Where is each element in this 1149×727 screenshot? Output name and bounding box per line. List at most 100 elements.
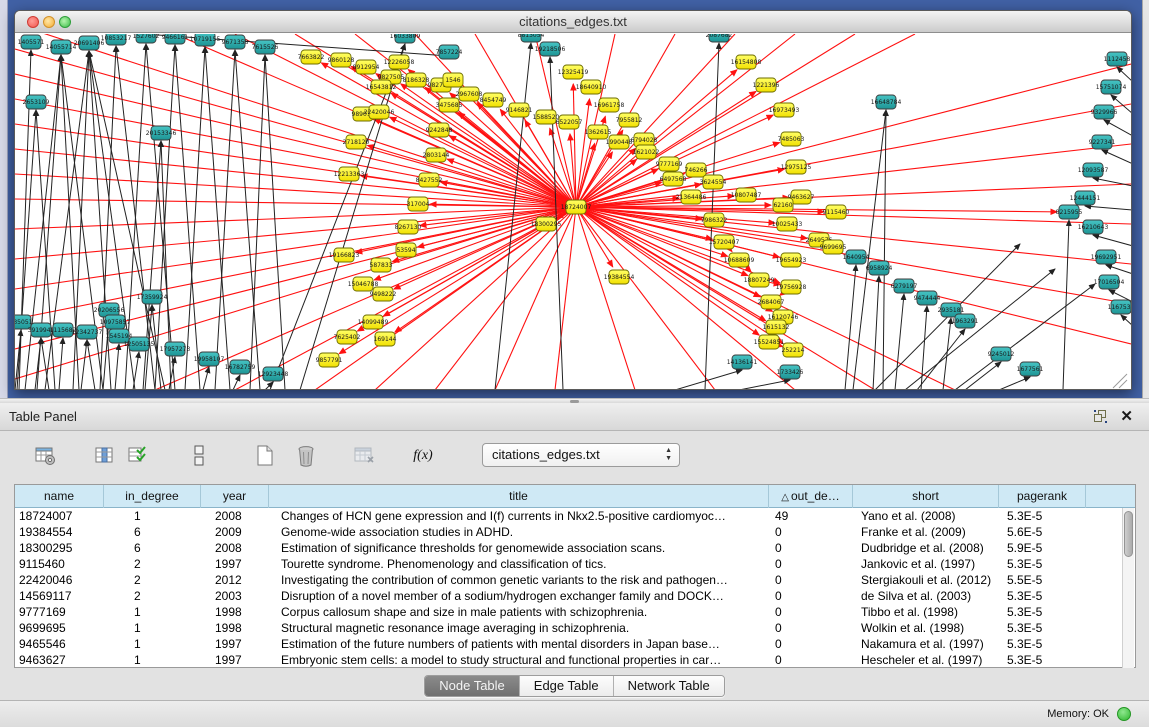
table-cell[interactable]: 22420046 — [15, 572, 104, 588]
select-rows-button[interactable] — [123, 441, 153, 471]
table-selector-dropdown[interactable]: citations_edges.txt ▲▼ — [482, 443, 680, 467]
column-visibility-button[interactable] — [184, 441, 214, 471]
graph-edge[interactable] — [883, 110, 886, 390]
table-row[interactable]: 1938455462009Genome-wide association stu… — [15, 524, 1135, 540]
table-cell[interactable]: 2009 — [201, 524, 269, 540]
memory-status-indicator[interactable] — [1117, 707, 1131, 721]
table-cell[interactable]: 0 — [769, 556, 853, 572]
graph-node[interactable]: 2653109 — [23, 95, 50, 109]
graph-edge[interactable] — [965, 362, 1001, 390]
table-row[interactable]: 946554611997Estimation of the future num… — [15, 636, 1135, 652]
graph-node[interactable]: 9474444 — [914, 291, 941, 305]
graph-node[interactable]: 10688609 — [724, 253, 755, 267]
table-row[interactable]: 1872400712008Changes of HCN gene express… — [15, 508, 1135, 524]
table-cell[interactable]: Jankovic et al. (1997) — [853, 556, 999, 572]
table-cell[interactable]: 5.3E-5 — [999, 556, 1086, 572]
graph-node[interactable]: 7986322 — [701, 213, 728, 227]
table-row[interactable]: 946362711997Embryonic stem cells: a mode… — [15, 652, 1135, 668]
graph-node[interactable]: 12975125 — [781, 160, 812, 174]
table-cell[interactable]: 18724007 — [15, 508, 104, 524]
table-cell[interactable]: Estimation of significance thresholds fo… — [269, 540, 769, 556]
graph-edge[interactable] — [917, 329, 965, 390]
float-panel-icon[interactable] — [1094, 410, 1107, 423]
graph-node[interactable]: 3475685 — [436, 98, 463, 112]
graph-edge[interactable] — [1121, 315, 1131, 326]
graph-edge[interactable] — [873, 276, 879, 390]
graph-node[interactable]: 15524851 — [754, 335, 785, 349]
tab-network-table[interactable]: Network Table — [614, 676, 724, 696]
table-cell[interactable]: Tibbo et al. (1998) — [853, 604, 999, 620]
table-cell[interactable]: 5.6E-5 — [999, 524, 1086, 540]
network-window-titlebar[interactable]: citations_edges.txt — [15, 11, 1131, 33]
graph-edge[interactable] — [203, 367, 209, 390]
table-cell[interactable]: 5.3E-5 — [999, 588, 1086, 604]
table-cell[interactable]: 6 — [104, 540, 201, 556]
graph-edge[interactable] — [1102, 150, 1131, 164]
graph-node[interactable]: 14136141 — [727, 355, 758, 369]
graph-node[interactable]: 2718120 — [343, 135, 370, 149]
graph-edge[interactable] — [250, 55, 265, 390]
resize-grip-icon[interactable] — [1113, 374, 1127, 388]
graph-node[interactable]: 12213363 — [334, 167, 365, 181]
table-cell[interactable]: 1 — [104, 620, 201, 636]
graph-node[interactable]: 7857224 — [436, 45, 463, 59]
table-cell[interactable]: 9699695 — [15, 620, 104, 636]
table-cell[interactable]: 2003 — [201, 588, 269, 604]
table-cell[interactable]: 5.3E-5 — [999, 508, 1086, 524]
graph-node[interactable]: 15751074 — [1096, 80, 1127, 94]
graph-node[interactable]: 9242848 — [426, 123, 453, 137]
table-cell[interactable]: Hescheler et al. (1997) — [853, 652, 999, 668]
table-cell[interactable]: 0 — [769, 540, 853, 556]
graph-node[interactable]: 7663822 — [298, 50, 325, 64]
table-cell[interactable]: 1997 — [201, 556, 269, 572]
zoom-window-button[interactable] — [59, 16, 71, 28]
new-column-button[interactable] — [250, 441, 280, 471]
close-panel-icon[interactable]: ✕ — [1120, 408, 1133, 426]
table-cell[interactable]: Structural magnetic resonance image aver… — [269, 620, 769, 636]
graph-edge[interactable] — [1104, 120, 1131, 136]
graph-node[interactable]: 2803144 — [423, 148, 450, 162]
table-cell[interactable]: 9463627 — [15, 652, 104, 668]
table-cell[interactable]: Dudbridge et al. (2008) — [853, 540, 999, 556]
graph-edge[interactable] — [265, 55, 285, 390]
table-cell[interactable]: 6 — [104, 524, 201, 540]
network-graph-canvas[interactable]: 1405571140557142069140610853217152760294… — [15, 34, 1131, 390]
graph-node[interactable]: 18807249 — [744, 273, 775, 287]
table-cell[interactable]: 9115460 — [15, 556, 104, 572]
graph-node[interactable]: 7625402 — [334, 330, 361, 344]
table-cell[interactable]: 9465546 — [15, 636, 104, 652]
column-header-year[interactable]: year — [201, 485, 269, 508]
graph-node[interactable]: 15720407 — [709, 235, 740, 249]
graph-edge[interactable] — [1063, 220, 1069, 390]
graph-node[interactable]: 6522057 — [556, 115, 583, 129]
graph-node[interactable]: 8427552 — [416, 173, 443, 187]
graph-node[interactable]: 6958924 — [866, 261, 893, 275]
graph-edge-selected[interactable] — [374, 119, 576, 207]
graph-edge-selected[interactable] — [576, 99, 590, 207]
graph-edge[interactable] — [61, 55, 79, 390]
graph-node[interactable]: 12226058 — [384, 55, 415, 69]
table-cell[interactable]: de Silva et al. (2003) — [853, 588, 999, 604]
graph-node[interactable]: 19756928 — [776, 280, 807, 294]
graph-node[interactable]: 1615132 — [763, 320, 790, 334]
graph-node[interactable]: 1546 — [443, 73, 463, 87]
graph-node[interactable]: 17359924 — [137, 290, 168, 304]
graph-node[interactable]: 16973493 — [769, 103, 800, 117]
graph-node[interactable]: 9329966 — [1091, 105, 1118, 119]
graph-node[interactable]: 1640954 — [843, 250, 870, 264]
scrollbar-thumb[interactable] — [1124, 511, 1133, 557]
graph-node[interactable]: 9777169 — [656, 157, 683, 171]
table-cell[interactable]: 0 — [769, 588, 853, 604]
column-header-short[interactable]: short — [853, 485, 999, 508]
table-cell[interactable]: Nakamura et al. (1997) — [853, 636, 999, 652]
table-cell[interactable]: Investigating the contribution of common… — [269, 572, 769, 588]
graph-node[interactable]: 16033809 — [390, 34, 421, 43]
graph-edge[interactable] — [87, 340, 95, 390]
graph-edge[interactable] — [1093, 235, 1131, 246]
table-cell[interactable]: 5.3E-5 — [999, 652, 1086, 668]
graph-node[interactable]: 12444151 — [1070, 191, 1101, 205]
table-cell[interactable]: 5.5E-5 — [999, 572, 1086, 588]
graph-node[interactable]: 9115460 — [823, 205, 850, 219]
graph-edge[interactable] — [146, 44, 175, 390]
graph-edge[interactable] — [81, 340, 87, 390]
